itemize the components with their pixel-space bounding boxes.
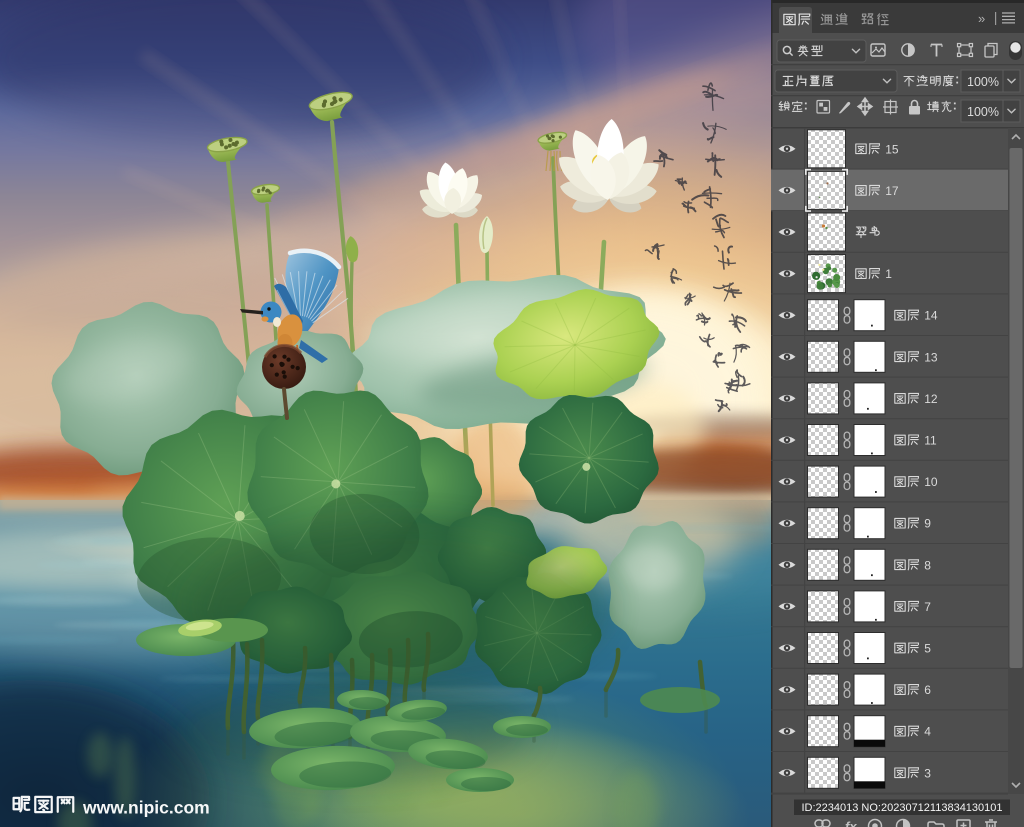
svg-text:ID:2234013 NO:2023071211383413: ID:2234013 NO:20230712113834130101 [801, 802, 1002, 814]
svg-text:8: 8 [924, 558, 931, 572]
svg-text:www.nipic.com: www.nipic.com [82, 798, 210, 818]
svg-text:17: 17 [885, 184, 899, 198]
svg-text:15: 15 [885, 142, 899, 156]
svg-text:4: 4 [924, 725, 931, 739]
svg-text:9: 9 [924, 517, 931, 531]
svg-text:1: 1 [885, 267, 892, 281]
svg-text:5: 5 [924, 642, 931, 656]
svg-text:100%: 100% [967, 75, 999, 89]
svg-text:13: 13 [924, 350, 938, 364]
svg-text:7: 7 [924, 600, 931, 614]
svg-text:fx: fx [845, 819, 857, 827]
svg-text:14: 14 [924, 309, 938, 323]
svg-text:12: 12 [924, 392, 938, 406]
svg-text:100%: 100% [967, 105, 999, 119]
svg-text:3: 3 [924, 766, 931, 780]
svg-text:6: 6 [924, 683, 931, 697]
svg-text:10: 10 [924, 475, 938, 489]
svg-text:»: » [978, 11, 985, 26]
svg-text:11: 11 [924, 434, 937, 448]
